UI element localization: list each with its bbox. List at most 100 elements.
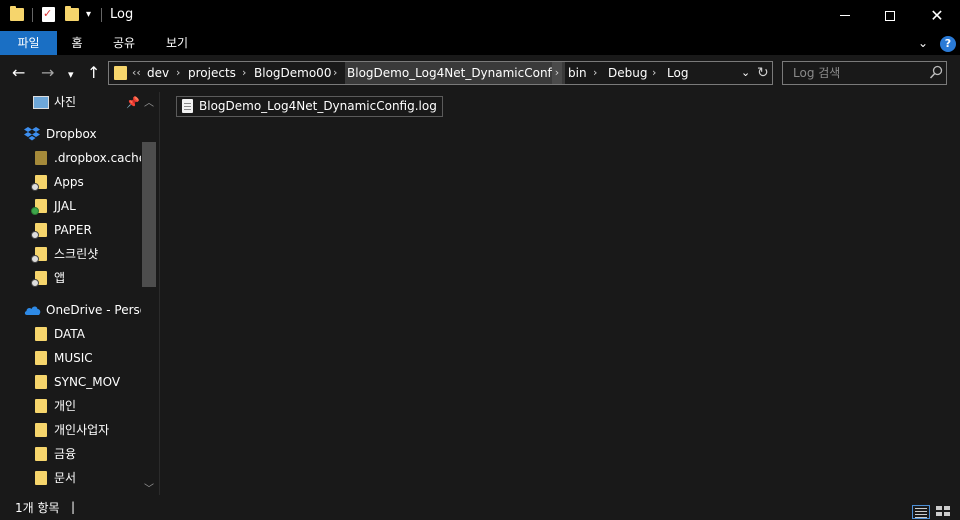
- sidebar-item-label: MUSIC: [54, 351, 93, 365]
- tab-file[interactable]: 파일: [0, 31, 57, 55]
- folder-icon: [35, 351, 47, 365]
- onedrive-icon: [24, 306, 41, 315]
- pictures-icon: [33, 96, 49, 109]
- breadcrumb-separator-icon[interactable]: ›: [652, 62, 656, 84]
- file-list[interactable]: BlogDemo_Log4Net_DynamicConfig.log: [159, 92, 960, 495]
- arrow-left-icon: ←: [12, 63, 26, 82]
- forward-button[interactable]: →: [41, 64, 54, 82]
- tab-share[interactable]: 공유: [107, 31, 141, 55]
- sidebar-item-dropbox[interactable]: Dropbox: [0, 122, 140, 146]
- sidebar-item-apps[interactable]: Apps: [0, 170, 140, 194]
- sidebar-item-label: 앱: [54, 271, 66, 285]
- folder-icon: [31, 271, 47, 287]
- sidebar-item-finance[interactable]: 금융: [0, 442, 140, 466]
- pin-icon[interactable]: 📌: [126, 96, 140, 109]
- close-button[interactable]: ✕: [914, 0, 960, 31]
- scrollbar-thumb[interactable]: [142, 142, 156, 287]
- breadcrumb-separator-icon[interactable]: ›: [176, 62, 180, 84]
- scroll-down-icon[interactable]: ﹀: [144, 480, 154, 495]
- sidebar-item-label: OneDrive - Persoi: [46, 303, 151, 317]
- folder-icon: [35, 423, 47, 437]
- sidebar-item-pictures[interactable]: 사진 📌: [0, 92, 140, 116]
- sidebar-item-dropbox-cache[interactable]: .dropbox.cache: [0, 146, 146, 170]
- divider: [101, 8, 102, 22]
- arrow-up-icon: ↑: [87, 63, 101, 82]
- folder-icon: [35, 471, 47, 485]
- back-button[interactable]: ←: [12, 64, 25, 82]
- qat-chevron-down-icon[interactable]: ▾: [86, 8, 91, 22]
- breadcrumb-projects[interactable]: projects: [188, 62, 236, 84]
- chevron-down-icon: ▾: [68, 68, 74, 81]
- new-folder-icon[interactable]: [65, 6, 79, 21]
- window-title: Log: [110, 7, 134, 22]
- search-box[interactable]: [782, 61, 947, 85]
- folder-icon: [35, 327, 47, 341]
- sidebar-item-label: 개인사업자: [54, 423, 110, 437]
- text-file-icon: [182, 99, 193, 113]
- folder-icon: [31, 199, 47, 215]
- sidebar-item-onedrive[interactable]: OneDrive - Persoi: [0, 298, 150, 322]
- sidebar-item-label: JJAL: [54, 199, 76, 213]
- tab-home[interactable]: 홈: [62, 31, 92, 55]
- sidebar-item-label: 스크린샷: [54, 247, 99, 261]
- large-icons-view-icon[interactable]: [935, 505, 953, 519]
- sidebar-item-music[interactable]: MUSIC: [0, 346, 140, 370]
- up-button[interactable]: ↑: [87, 64, 100, 82]
- ribbon-tabs: 파일 홈 공유 보기 ⌄: [0, 31, 960, 55]
- sidebar-item-personal[interactable]: 개인: [0, 394, 140, 418]
- maximize-button[interactable]: [867, 0, 913, 31]
- sidebar-item-label: 개인: [54, 399, 77, 413]
- tab-view[interactable]: 보기: [160, 31, 194, 55]
- sidebar-item-app[interactable]: 앱: [0, 266, 140, 290]
- synced-check-icon: [31, 207, 39, 215]
- sidebar-item-label: 문서: [54, 471, 77, 485]
- properties-icon[interactable]: [42, 7, 55, 22]
- folder-icon: [35, 375, 47, 389]
- folder-icon: [114, 66, 127, 80]
- sidebar-item-sync-mov[interactable]: SYNC_MOV: [0, 370, 140, 394]
- breadcrumb-bin[interactable]: bin: [568, 62, 587, 84]
- details-view-icon[interactable]: [912, 505, 930, 519]
- search-icon[interactable]: [929, 65, 943, 81]
- sidebar-item-paper[interactable]: PAPER: [0, 218, 140, 242]
- sync-status-icon: [31, 183, 39, 191]
- folder-icon: [35, 151, 47, 165]
- status-separator: |: [71, 500, 76, 514]
- breadcrumb-dev[interactable]: dev: [147, 62, 169, 84]
- breadcrumb-log[interactable]: Log: [667, 62, 688, 84]
- sidebar-item-jjal[interactable]: JJAL: [0, 194, 140, 218]
- navigation-pane: 사진 📌 Dropbox .dropbox.cache Apps JJAL PA…: [0, 92, 157, 495]
- help-icon[interactable]: ?: [940, 36, 956, 52]
- folder-icon: [31, 247, 47, 263]
- folder-icon[interactable]: [10, 6, 24, 21]
- recent-locations-button[interactable]: ▾: [68, 66, 74, 84]
- item-count: 1개 항목: [15, 501, 60, 515]
- sidebar-item-documents[interactable]: 문서: [0, 466, 140, 490]
- file-item[interactable]: BlogDemo_Log4Net_DynamicConfig.log: [176, 96, 443, 117]
- scroll-up-icon[interactable]: ︿: [144, 94, 154, 109]
- breadcrumb-debug[interactable]: Debug: [608, 62, 647, 84]
- refresh-icon[interactable]: ↻: [757, 63, 769, 83]
- breadcrumb-separator-icon[interactable]: ›: [242, 62, 246, 84]
- search-input[interactable]: [793, 64, 923, 82]
- sidebar-item-label: PAPER: [54, 223, 92, 237]
- breadcrumb-separator-icon[interactable]: ›: [333, 62, 337, 84]
- title-bar: ▾ Log ✕: [0, 0, 960, 31]
- sidebar-item-data[interactable]: DATA: [0, 322, 140, 346]
- sidebar-item-label: Dropbox: [46, 127, 97, 141]
- address-bar[interactable]: ‹‹ dev › projects › BlogDemo00 › BlogDem…: [108, 61, 773, 85]
- expand-ribbon-icon[interactable]: ⌄: [918, 36, 928, 50]
- breadcrumb-blogdemo-log4net[interactable]: BlogDemo_Log4Net_DynamicConfig: [345, 62, 565, 84]
- sidebar-item-label: SYNC_MOV: [54, 375, 121, 389]
- status-bar: 1개 항목 |: [0, 495, 960, 520]
- sidebar-item-sole-proprietor[interactable]: 개인사업자: [0, 418, 140, 442]
- breadcrumb-separator-icon[interactable]: ›: [593, 62, 597, 84]
- file-name: BlogDemo_Log4Net_DynamicConfig.log: [199, 99, 437, 113]
- minimize-button[interactable]: [822, 0, 868, 31]
- breadcrumb-blogdemo00[interactable]: BlogDemo00: [254, 62, 331, 84]
- overflow-chevron-icon[interactable]: ‹‹: [132, 62, 141, 84]
- folder-icon: [35, 399, 47, 413]
- sidebar-item-screenshots[interactable]: 스크린샷: [0, 242, 140, 266]
- breadcrumb-separator-icon[interactable]: ›: [552, 62, 562, 84]
- address-history-chevron-icon[interactable]: ⌄: [741, 65, 750, 81]
